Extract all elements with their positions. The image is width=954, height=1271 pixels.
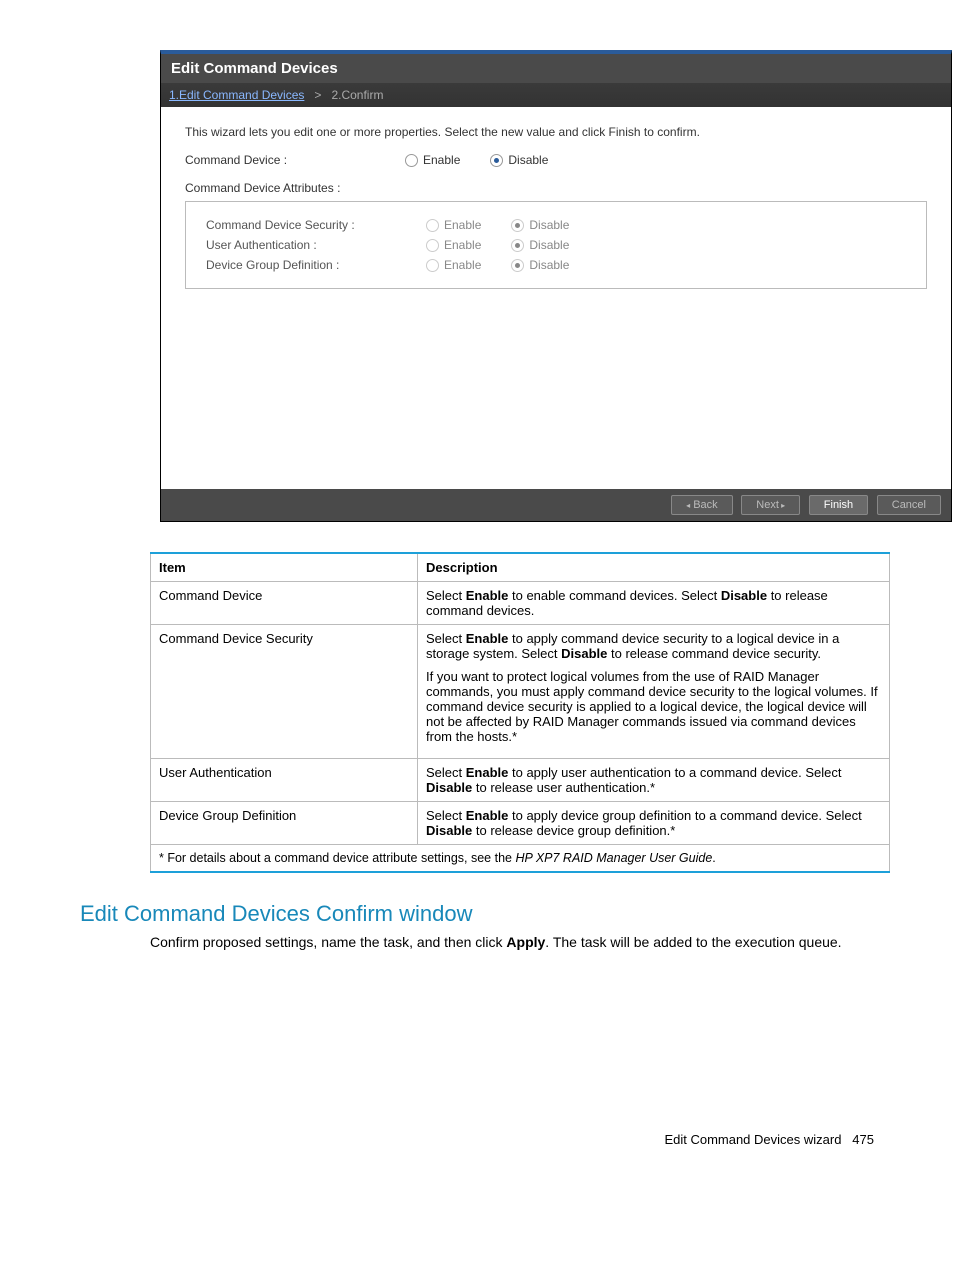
command-device-attributes-label: Command Device Attributes : bbox=[185, 181, 927, 195]
table-cell-desc: Select Enable to apply command device se… bbox=[418, 625, 890, 759]
table-row: Device Group Definition Select Enable to… bbox=[151, 802, 890, 845]
command-device-disable-radio[interactable]: Disable bbox=[490, 153, 548, 167]
security-enable-radio: Enable bbox=[426, 218, 481, 232]
section-body: Confirm proposed settings, name the task… bbox=[150, 933, 874, 952]
command-device-security-label: Command Device Security : bbox=[206, 218, 426, 232]
finish-button[interactable]: Finish bbox=[809, 495, 868, 515]
section-heading: Edit Command Devices Confirm window bbox=[80, 901, 954, 927]
command-device-label: Command Device : bbox=[185, 153, 405, 167]
command-device-enable-radio[interactable]: Enable bbox=[405, 153, 460, 167]
attributes-group: Command Device Security : Enable Disable… bbox=[185, 201, 927, 289]
wizard-button-bar: Back Next Finish Cancel bbox=[161, 489, 951, 521]
table-row: Command Device Select Enable to enable c… bbox=[151, 582, 890, 625]
security-disable-radio: Disable bbox=[511, 218, 569, 232]
table-cell-desc: Select Enable to apply device group defi… bbox=[418, 802, 890, 845]
userauth-enable-radio: Enable bbox=[426, 238, 481, 252]
edit-command-devices-dialog: Edit Command Devices 1.Edit Command Devi… bbox=[160, 50, 952, 522]
table-cell-desc: Select Enable to enable command devices.… bbox=[418, 582, 890, 625]
radio-icon bbox=[426, 259, 439, 272]
cancel-button[interactable]: Cancel bbox=[877, 495, 941, 515]
radio-icon bbox=[405, 154, 418, 167]
breadcrumb-step-1[interactable]: 1.Edit Command Devices bbox=[169, 88, 304, 102]
wizard-breadcrumb: 1.Edit Command Devices > 2.Confirm bbox=[161, 83, 951, 107]
radio-icon bbox=[426, 239, 439, 252]
description-table: Item Description Command Device Select E… bbox=[150, 552, 890, 873]
breadcrumb-separator: > bbox=[314, 88, 321, 102]
device-group-definition-label: Device Group Definition : bbox=[206, 258, 426, 272]
radio-icon bbox=[511, 259, 524, 272]
radio-icon bbox=[511, 239, 524, 252]
table-footnote-row: * For details about a command device att… bbox=[151, 845, 890, 873]
table-cell-item: Command Device bbox=[151, 582, 418, 625]
radio-icon bbox=[426, 219, 439, 232]
table-cell-desc: Select Enable to apply user authenticati… bbox=[418, 759, 890, 802]
wizard-intro-text: This wizard lets you edit one or more pr… bbox=[185, 125, 927, 139]
table-row: User Authentication Select Enable to app… bbox=[151, 759, 890, 802]
page-footer: Edit Command Devices wizard 475 bbox=[0, 1132, 874, 1147]
table-cell-item: User Authentication bbox=[151, 759, 418, 802]
table-cell-item: Command Device Security bbox=[151, 625, 418, 759]
table-header-item: Item bbox=[151, 553, 418, 582]
table-header-description: Description bbox=[418, 553, 890, 582]
userauth-disable-radio: Disable bbox=[511, 238, 569, 252]
table-row: Command Device Security Select Enable to… bbox=[151, 625, 890, 759]
table-cell-item: Device Group Definition bbox=[151, 802, 418, 845]
radio-icon bbox=[511, 219, 524, 232]
radio-icon bbox=[490, 154, 503, 167]
groupdef-disable-radio: Disable bbox=[511, 258, 569, 272]
breadcrumb-step-2: 2.Confirm bbox=[331, 88, 383, 102]
next-button: Next bbox=[741, 495, 800, 515]
user-authentication-label: User Authentication : bbox=[206, 238, 426, 252]
groupdef-enable-radio: Enable bbox=[426, 258, 481, 272]
back-button: Back bbox=[671, 495, 732, 515]
dialog-title: Edit Command Devices bbox=[161, 54, 951, 83]
page-number: 475 bbox=[852, 1132, 874, 1147]
footer-text: Edit Command Devices wizard bbox=[664, 1132, 841, 1147]
